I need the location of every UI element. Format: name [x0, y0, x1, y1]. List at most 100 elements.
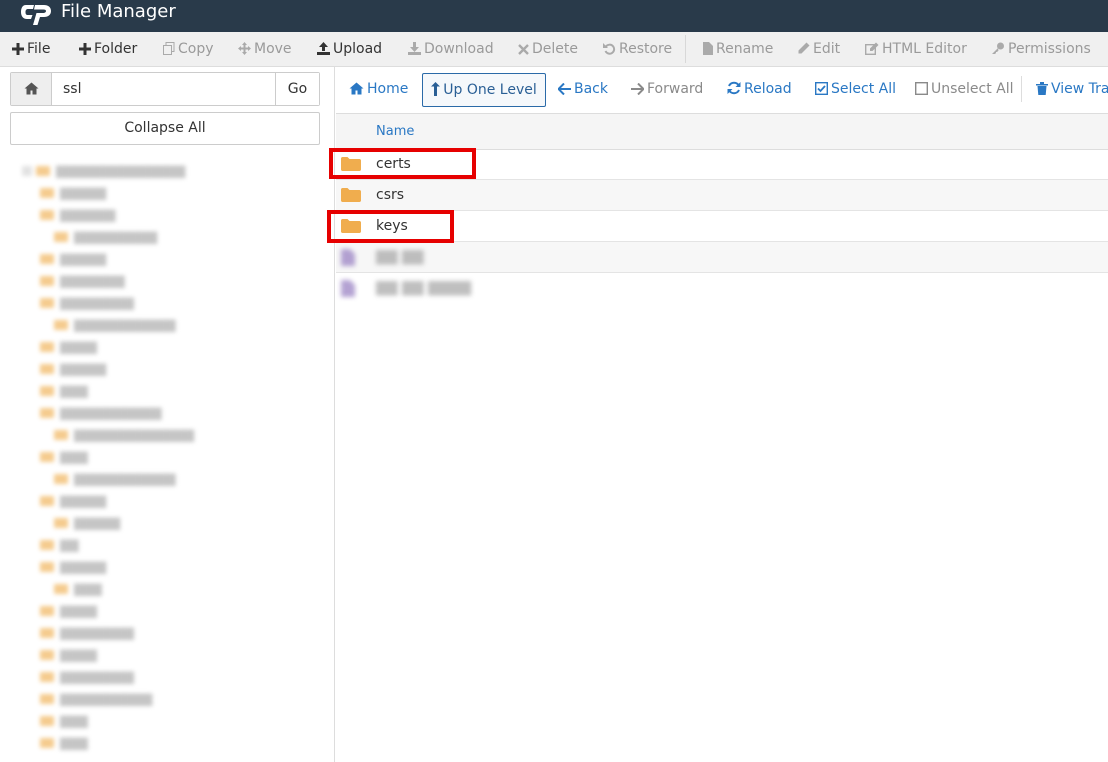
view-trash-label: View Trash	[1051, 81, 1108, 97]
rename-label: Rename	[716, 41, 774, 57]
reload-icon	[727, 81, 741, 95]
tree-item[interactable]: ▇▇▇▇▇▇▇	[40, 272, 125, 290]
pencil-icon	[798, 42, 810, 54]
file-icon	[341, 249, 355, 266]
new-folder-button[interactable]: Folder	[79, 32, 137, 66]
unselect-all-button[interactable]: Unselect All	[914, 72, 1014, 106]
undo-icon	[603, 43, 616, 55]
highlight-box-certs	[329, 148, 476, 179]
new-file-label: File	[27, 41, 51, 57]
html-editor-button[interactable]: HTML Editor	[864, 32, 967, 66]
reload-button[interactable]: Reload	[727, 72, 792, 106]
restore-button[interactable]: Restore	[603, 32, 672, 66]
level-up-icon	[431, 82, 441, 96]
table-row[interactable]: ▇▇ ▇▇	[336, 242, 1108, 273]
download-button[interactable]: Download	[408, 32, 494, 66]
tree-item[interactable]: ▇▇▇▇▇▇▇▇▇▇▇	[54, 470, 176, 488]
tree-item[interactable]: ▇▇▇▇▇▇▇▇▇▇▇	[54, 316, 176, 334]
tree-item[interactable]: ▇▇▇▇▇▇▇▇▇▇▇▇▇▇	[22, 162, 185, 180]
tree-item[interactable]: ▇▇	[40, 536, 78, 554]
tree-item[interactable]: ▇▇▇▇▇▇▇▇▇▇▇▇▇	[54, 426, 194, 444]
upload-label: Upload	[333, 41, 383, 57]
download-label: Download	[424, 41, 494, 57]
plus-icon	[79, 43, 91, 55]
download-icon	[408, 42, 421, 55]
table-row[interactable]: ▇▇ ▇▇ ▇▇▇▇	[336, 273, 1108, 303]
forward-button[interactable]: Forward	[631, 72, 703, 106]
tree-item[interactable]: ▇▇▇▇▇	[40, 360, 106, 378]
move-icon	[238, 42, 251, 55]
checkbox-checked-icon	[814, 81, 829, 96]
file-icon	[703, 42, 713, 55]
tree-item[interactable]: ▇▇▇▇▇	[40, 492, 106, 510]
file-name: csrs	[376, 187, 405, 203]
up-one-level-button[interactable]: Up One Level	[422, 73, 546, 107]
plus-icon	[12, 43, 24, 55]
tree-item[interactable]: ▇▇▇▇▇▇▇▇▇▇▇	[40, 404, 162, 422]
main-toolbar: File Folder Copy Move Upload Download De…	[0, 32, 1108, 67]
new-folder-label: Folder	[94, 41, 138, 57]
folder-icon	[341, 188, 361, 202]
tree-item[interactable]: ▇▇▇▇	[40, 646, 97, 664]
back-button[interactable]: Back	[557, 72, 608, 106]
select-all-label: Select All	[831, 81, 896, 97]
html-editor-label: HTML Editor	[882, 41, 967, 57]
go-button[interactable]: Go	[275, 73, 319, 105]
upload-icon	[317, 42, 330, 55]
tree-item[interactable]: ▇▇▇▇▇▇▇▇	[40, 668, 134, 686]
permissions-button[interactable]: Permissions	[991, 32, 1091, 66]
path-home-button[interactable]	[11, 73, 52, 105]
toolbar-divider	[685, 35, 686, 63]
tree-item[interactable]: ▇▇▇	[40, 712, 88, 730]
tree-item[interactable]: ▇▇▇▇▇▇	[40, 206, 115, 224]
app-title: File Manager	[61, 1, 176, 22]
home-button[interactable]: Home	[349, 72, 408, 106]
rename-button[interactable]: Rename	[703, 32, 773, 66]
delete-button[interactable]: Delete	[518, 32, 578, 66]
edit-button[interactable]: Edit	[797, 32, 840, 66]
tree-item[interactable]: ▇▇▇▇▇▇▇▇▇▇	[40, 690, 152, 708]
tree-item[interactable]: ▇▇▇	[40, 734, 88, 752]
file-icon	[341, 280, 355, 297]
top-header: File Manager	[0, 0, 1108, 32]
unselect-all-label: Unselect All	[931, 81, 1014, 97]
tree-item[interactable]: ▇▇▇▇	[40, 338, 97, 356]
edit-square-icon	[864, 42, 879, 56]
reload-label: Reload	[744, 81, 792, 97]
navigation-toolbar: Home Up One Level Back Forward Reload Se…	[336, 72, 1108, 108]
select-all-button[interactable]: Select All	[814, 72, 896, 106]
tree-item[interactable]: ▇▇▇	[40, 382, 88, 400]
edit-label: Edit	[813, 41, 841, 57]
tree-item[interactable]: ▇▇▇▇▇▇▇▇	[40, 624, 134, 642]
tree-item[interactable]: ▇▇▇▇▇	[40, 184, 106, 202]
move-button[interactable]: Move	[238, 32, 292, 66]
tree-item[interactable]: ▇▇▇▇▇▇▇▇▇	[54, 228, 157, 246]
tree-item[interactable]: ▇▇▇	[54, 580, 102, 598]
table-row[interactable]: csrs	[336, 180, 1108, 211]
delete-label: Delete	[532, 41, 578, 57]
tree-item[interactable]: ▇▇▇▇▇	[40, 558, 106, 576]
cpanel-logo	[21, 5, 51, 25]
file-table-header: Name	[336, 113, 1108, 150]
permissions-label: Permissions	[1008, 41, 1091, 57]
tree-item[interactable]: ▇▇▇	[40, 448, 88, 466]
restore-label: Restore	[619, 41, 673, 57]
home-icon	[349, 82, 364, 95]
highlight-box-keys	[327, 210, 454, 243]
path-input[interactable]	[52, 73, 274, 105]
tree-item[interactable]: ▇▇▇▇	[40, 602, 97, 620]
back-label: Back	[574, 81, 608, 97]
move-label: Move	[254, 41, 292, 57]
tree-item[interactable]: ▇▇▇▇▇	[54, 514, 120, 532]
view-trash-button[interactable]: View Trash	[1036, 72, 1108, 106]
upload-button[interactable]: Upload	[317, 32, 382, 66]
checkbox-empty-icon	[914, 81, 929, 96]
tree-item[interactable]: ▇▇▇▇▇▇▇▇	[40, 294, 134, 312]
new-file-button[interactable]: File	[12, 32, 50, 66]
copy-button[interactable]: Copy	[163, 32, 214, 66]
name-column-header[interactable]: Name	[376, 114, 414, 149]
collapse-all-button[interactable]: Collapse All	[10, 112, 320, 145]
trash-icon	[1036, 82, 1048, 95]
home-label: Home	[367, 81, 409, 97]
tree-item[interactable]: ▇▇▇▇▇	[40, 250, 106, 268]
